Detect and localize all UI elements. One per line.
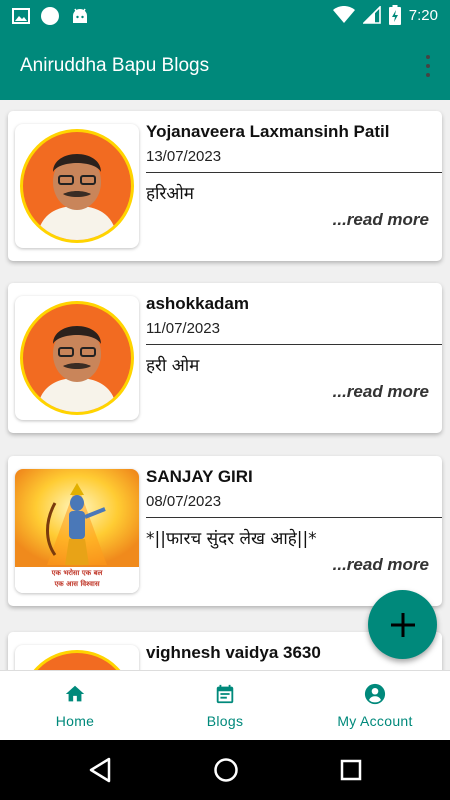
plus-icon: [390, 612, 415, 637]
blog-card[interactable]: Yojanaveera Laxmansinh Patil 13/07/2023 …: [8, 111, 442, 261]
android-icon: [73, 8, 87, 23]
home-icon: [65, 685, 85, 702]
app-title: Aniruddha Bapu Blogs: [20, 55, 210, 76]
thumb-caption-1: एक भरोसा एक बल: [51, 569, 103, 577]
post-date: 08/07/2023: [146, 493, 222, 510]
nav-label: Home: [55, 713, 95, 729]
battery-charging-icon: [388, 5, 401, 25]
blog-list[interactable]: Yojanaveera Laxmansinh Patil 13/07/2023 …: [0, 100, 450, 670]
read-more-link[interactable]: ...read more: [333, 555, 429, 575]
back-icon[interactable]: [88, 757, 112, 783]
divider: [146, 172, 442, 173]
thumb-caption-2: एक आस विश्वास: [54, 580, 100, 588]
signal-icon: [362, 6, 381, 24]
nav-label: My Account: [337, 713, 413, 729]
post-excerpt: हरिओम: [146, 184, 194, 204]
author-name: vighnesh vaidya 3630: [146, 643, 321, 662]
system-navigation-bar: [0, 740, 450, 800]
calendar-icon: [216, 684, 234, 704]
home-circle-icon[interactable]: [213, 757, 239, 783]
post-excerpt: *||फारच सुंदर लेख आहे||*: [146, 529, 317, 549]
status-icons-right: 7:20: [332, 5, 438, 25]
divider: [146, 344, 442, 345]
add-blog-button[interactable]: [368, 590, 437, 659]
status-icons-left: [12, 6, 90, 26]
status-bar: 7:20: [0, 0, 450, 33]
author-name: SANJAY GIRI: [146, 467, 253, 486]
nav-my-account[interactable]: My Account: [300, 671, 450, 740]
author-thumbnail: [15, 645, 139, 670]
nav-blogs[interactable]: Blogs: [150, 671, 300, 740]
nav-label: Blogs: [206, 713, 244, 729]
circle-icon: [41, 7, 59, 25]
post-excerpt: हरी ओम: [146, 356, 200, 376]
author-name: Yojanaveera Laxmansinh Patil: [146, 122, 390, 141]
author-thumbnail: [15, 296, 139, 420]
portrait-image: [20, 650, 134, 670]
portrait-image: [20, 129, 134, 243]
author-thumbnail: एक भरोसा एक बल एक आस विश्वास: [15, 469, 139, 593]
read-more-link[interactable]: ...read more: [333, 210, 429, 230]
nav-home[interactable]: Home: [0, 671, 150, 740]
post-date: 13/07/2023: [146, 148, 222, 165]
recents-icon[interactable]: [339, 757, 363, 783]
wifi-icon: [332, 6, 355, 23]
portrait-image: [20, 301, 134, 415]
bottom-navigation: Home Blogs My Account: [0, 670, 450, 740]
divider: [146, 517, 442, 518]
blog-card[interactable]: ashokkadam 11/07/2023 हरी ओम ...read mor…: [8, 283, 442, 433]
status-time: 7:20: [408, 6, 438, 24]
blog-card[interactable]: एक भरोसा एक बल एक आस विश्वास SANJAY GIRI…: [8, 456, 442, 606]
image-icon: [12, 8, 30, 24]
more-vert-icon[interactable]: [420, 53, 436, 79]
read-more-link[interactable]: ...read more: [333, 382, 429, 402]
post-date: 11/07/2023: [146, 320, 220, 337]
app-bar: Aniruddha Bapu Blogs: [0, 33, 450, 100]
account-circle-icon: [364, 683, 386, 705]
author-name: ashokkadam: [146, 294, 249, 313]
author-thumbnail: [15, 124, 139, 248]
